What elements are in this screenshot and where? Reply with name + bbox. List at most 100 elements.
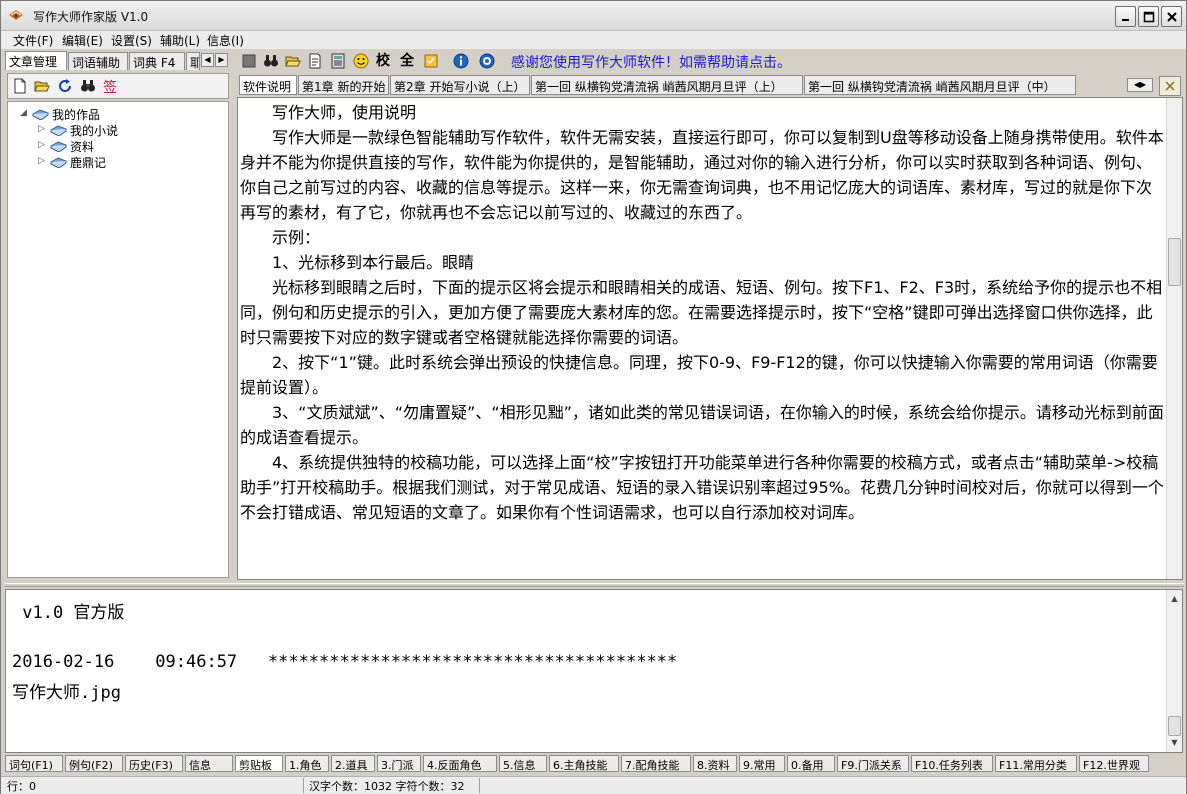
note-icon[interactable] xyxy=(423,53,439,69)
tab-doc-chapter-upper[interactable]: 第一回 纵横钩党清流祸 峭茜风期月旦评（上） xyxy=(531,75,803,95)
open-folder-icon[interactable] xyxy=(285,53,301,69)
tab-hint-f12[interactable]: F12.世界观 xyxy=(1079,755,1149,772)
main-toolbar: 校 全 感谢您使用写作大师软件！如需帮助请点击。 xyxy=(235,50,1185,72)
expand-arrow-icon[interactable]: ▷ xyxy=(38,141,46,150)
editor-text[interactable]: 写作大师，使用说明 写作大师是一款绿色智能辅助写作软件，软件无需安装，直接运行即… xyxy=(240,100,1164,525)
menu-edit[interactable]: 编辑(E) xyxy=(62,32,103,49)
close-icon xyxy=(1167,12,1177,22)
tab-hint-examples[interactable]: 例句(F2) xyxy=(65,755,123,772)
minimize-icon xyxy=(1122,19,1129,21)
menu-settings[interactable]: 设置(S) xyxy=(111,32,152,49)
title-bar[interactable]: 写作大师作家版 V1.0 xyxy=(1,1,1186,31)
binoculars-icon[interactable] xyxy=(263,53,279,69)
books-icon xyxy=(50,125,67,136)
tab-hint-7[interactable]: 7.配角技能 xyxy=(621,755,691,772)
new-file-icon[interactable] xyxy=(12,78,28,94)
app-logo-icon xyxy=(9,10,23,20)
document-tabs: 软件说明 第1章 新的开始 第2章 开始写小说（上） 第一回 纵横钩党清流祸 峭… xyxy=(239,75,1139,95)
menu-assist[interactable]: 辅助(L) xyxy=(160,32,200,49)
tab-hint-2[interactable]: 2.道具 xyxy=(331,755,375,772)
tab-hint-3[interactable]: 3.门派 xyxy=(377,755,421,772)
binoculars-icon[interactable] xyxy=(80,78,96,94)
status-divider xyxy=(303,778,304,793)
tab-hint-5[interactable]: 5.信息 xyxy=(499,755,547,772)
tab-doc-chapter1[interactable]: 第1章 新的开始 xyxy=(298,75,389,95)
proofread-button[interactable]: 校 xyxy=(375,53,391,69)
tab-doc-manual[interactable]: 软件说明 xyxy=(239,75,297,95)
tab-doc-chapter2[interactable]: 第2章 开始写小说（上） xyxy=(390,75,530,95)
tab-hint-8[interactable]: 8.资料 xyxy=(693,755,737,772)
tree-root-label: 我的作品 xyxy=(52,108,101,122)
tab-scroll-left-button[interactable]: ◀ xyxy=(201,53,214,67)
menu-info[interactable]: 信息(I) xyxy=(207,32,244,49)
select-all-button[interactable]: 全 xyxy=(399,53,415,69)
tree-item-label: 鹿鼎记 xyxy=(70,156,107,170)
editor-paragraph: 2、按下“1”键。此时系统会弹出预设的快捷信息。同理，按下0-9、F9-F12的… xyxy=(240,353,1158,397)
books-icon xyxy=(50,157,67,168)
tab-article-manage[interactable]: 文章管理 xyxy=(5,51,67,70)
info-icon[interactable] xyxy=(453,53,469,69)
status-divider xyxy=(479,778,480,793)
tab-hint-f9[interactable]: F9.门派关系 xyxy=(837,755,909,772)
editor-scroll-thumb[interactable] xyxy=(1168,238,1181,286)
tab-hint-f11[interactable]: F11.常用分类 xyxy=(995,755,1077,772)
books-icon xyxy=(32,109,49,120)
tab-scroll-right-button[interactable]: ▶ xyxy=(215,53,228,67)
hint-version: v1.0 官方版 xyxy=(12,603,125,623)
minimize-button[interactable] xyxy=(1115,6,1136,27)
editor-scrollbar[interactable] xyxy=(1166,98,1182,579)
tab-hint-1[interactable]: 1.角色 xyxy=(285,755,329,772)
tab-hint-words[interactable]: 词句(F1) xyxy=(5,755,63,772)
tree-item-label: 资料 xyxy=(70,140,95,154)
close-doc-button[interactable] xyxy=(1159,76,1181,96)
tab-overflow[interactable]: 耶 xyxy=(186,52,200,70)
works-tree: ◢ 我的作品 ▷ 我的小说 ▷ 资料 ▷ 鹿鼎记 xyxy=(7,101,229,578)
tab-hint-9[interactable]: 9.常用 xyxy=(739,755,785,772)
pane-splitter[interactable] xyxy=(5,583,1184,587)
open-folder-icon[interactable] xyxy=(34,78,50,94)
left-panel-tabs: 文章管理 词语辅助 词典 F4 耶 ◀ ▶ xyxy=(5,51,233,70)
maximize-icon xyxy=(1143,11,1155,23)
tab-hint-f10[interactable]: F10.任务列表 xyxy=(911,755,993,772)
doc-tab-scroll-buttons[interactable]: ◀▶ xyxy=(1127,78,1153,92)
refresh-icon[interactable] xyxy=(57,78,73,94)
status-counts: 汉字个数：1032 字符个数：32 xyxy=(309,780,465,793)
status-bar: 行：0 汉字个数：1032 字符个数：32 xyxy=(1,776,1186,794)
tab-hint-4[interactable]: 4.反面角色 xyxy=(423,755,497,772)
close-icon xyxy=(1165,81,1175,91)
document-icon[interactable] xyxy=(307,53,323,69)
menu-file[interactable]: 文件(F) xyxy=(13,32,53,49)
help-link[interactable]: 感谢您使用写作大师软件！如需帮助请点击。 xyxy=(511,52,791,72)
hint-scrollbar[interactable]: ▲ ▼ xyxy=(1166,590,1182,752)
close-button[interactable] xyxy=(1161,6,1182,27)
hint-timestamp-line: 2016-02-16 09:46:57 ********************… xyxy=(12,652,678,672)
tab-hint-info[interactable]: 信息 xyxy=(185,755,233,772)
calculator-icon[interactable] xyxy=(330,53,346,69)
tab-dictionary[interactable]: 词典 F4 xyxy=(129,52,185,70)
hint-panel[interactable]: v1.0 官方版 2016-02-16 09:46:57 ***********… xyxy=(5,589,1183,753)
signature-icon[interactable]: 签 xyxy=(102,78,118,94)
tab-hint-clipboard[interactable]: 剪贴板 xyxy=(235,755,283,772)
maximize-button[interactable] xyxy=(1138,6,1159,27)
tab-hint-0[interactable]: 0.备用 xyxy=(787,755,835,772)
tab-hint-6[interactable]: 6.主角技能 xyxy=(549,755,619,772)
menu-bar: 文件(F) 编辑(E) 设置(S) 辅助(L) 信息(I) xyxy=(1,31,1186,49)
stop-icon[interactable] xyxy=(241,53,257,69)
left-toolbar: 签 xyxy=(7,73,229,99)
expand-arrow-icon[interactable]: ▷ xyxy=(38,125,46,134)
status-row: 行：0 xyxy=(7,780,36,793)
editor-paragraph: 示例： xyxy=(272,228,321,247)
tab-doc-chapter-middle[interactable]: 第一回 纵横钩党清流祸 峭茜风期月旦评（中） xyxy=(804,75,1076,95)
editor-area[interactable]: 写作大师，使用说明 写作大师是一款绿色智能辅助写作软件，软件无需安装，直接运行即… xyxy=(237,97,1183,580)
scroll-up-icon[interactable]: ▲ xyxy=(1169,593,1180,605)
scroll-down-icon[interactable]: ▼ xyxy=(1169,737,1180,749)
collapse-arrow-icon[interactable]: ◢ xyxy=(20,109,28,118)
tab-hint-history[interactable]: 历史(F3) xyxy=(125,755,183,772)
tab-word-assist[interactable]: 词语辅助 xyxy=(68,52,128,70)
smiley-icon[interactable] xyxy=(353,53,369,69)
expand-arrow-icon[interactable]: ▷ xyxy=(38,157,46,166)
editor-paragraph: 4、系统提供独特的校稿功能，可以选择上面“校”字按钮打开功能菜单进行各种你需要的… xyxy=(240,453,1164,522)
help-icon[interactable] xyxy=(479,53,495,69)
hint-scroll-thumb[interactable] xyxy=(1168,716,1181,736)
editor-paragraph: 写作大师，使用说明 xyxy=(272,103,417,122)
